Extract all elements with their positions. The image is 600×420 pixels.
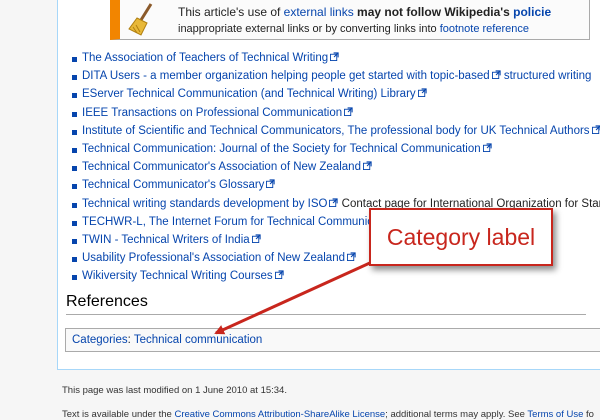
category-label-callout: Category label: [369, 208, 553, 266]
